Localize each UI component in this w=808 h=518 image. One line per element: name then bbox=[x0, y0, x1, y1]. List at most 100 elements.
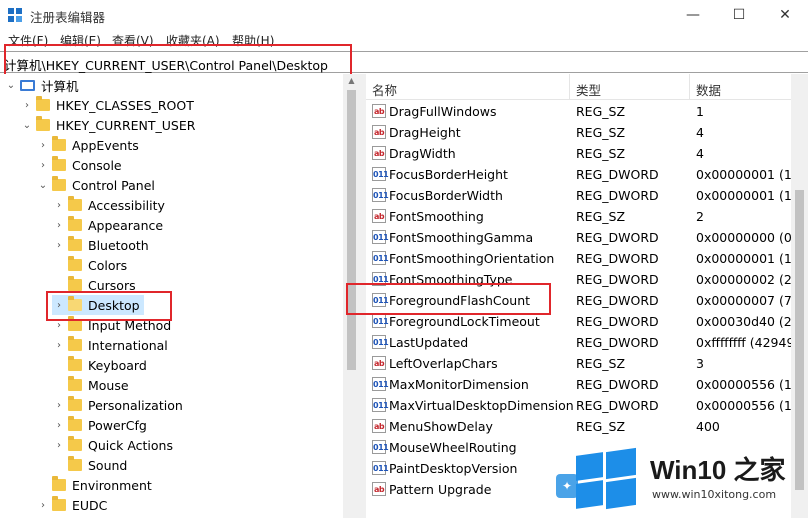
chevron-down-icon[interactable]: ⌄ bbox=[36, 180, 50, 191]
folder-icon bbox=[52, 476, 66, 491]
string-value-icon: ab bbox=[372, 482, 386, 496]
chevron-right-icon[interactable]: › bbox=[52, 340, 66, 351]
minimize-button[interactable]: — bbox=[670, 0, 716, 30]
computer-icon bbox=[20, 79, 35, 91]
value-name: MaxMonitorDimension bbox=[389, 377, 529, 392]
tree-item-label: Mouse bbox=[88, 377, 129, 393]
binary-value-icon: 011 bbox=[372, 398, 389, 412]
key-tree-pane[interactable]: ⌄ 计算机 › HKEY_CLASSES_ROOT ⌄ HKEY_CURRENT… bbox=[0, 74, 360, 518]
menu-view[interactable]: 查看(V) bbox=[112, 32, 154, 49]
value-row[interactable]: 011 LastUpdated REG_DWORD 0xffffffff (42949… bbox=[366, 332, 802, 353]
tree-item-environment[interactable]: Environment bbox=[36, 475, 152, 495]
tree-item-console[interactable]: › Console bbox=[36, 155, 122, 175]
tree-item-keyboard[interactable]: Keyboard bbox=[52, 355, 147, 375]
value-row[interactable]: 011 FontSmoothingOrientation REG_DWORD 0x00… bbox=[366, 248, 797, 269]
tree-item-accessibility[interactable]: › Accessibility bbox=[52, 195, 165, 215]
tree-item-desktop[interactable]: › Desktop bbox=[52, 295, 144, 315]
column-type-header[interactable]: 类型 bbox=[576, 80, 601, 99]
tree-item-appearance[interactable]: › Appearance bbox=[52, 215, 163, 235]
value-name: FocusBorderWidth bbox=[389, 188, 503, 203]
value-row[interactable]: ab MenuShowDelay REG_SZ 400 bbox=[366, 416, 791, 437]
value-row[interactable]: ab DragWidth REG_SZ 4 bbox=[366, 143, 791, 164]
tree-item-cursors[interactable]: Cursors bbox=[52, 275, 136, 295]
string-value-icon: ab bbox=[372, 356, 386, 370]
column-divider[interactable] bbox=[569, 74, 570, 100]
folder-icon bbox=[36, 116, 50, 131]
value-row[interactable]: ab DragHeight REG_SZ 4 bbox=[366, 122, 791, 143]
chevron-right-icon[interactable]: › bbox=[52, 400, 66, 411]
folder-icon bbox=[68, 376, 82, 391]
tree-item-hkey-current-user[interactable]: ⌄ HKEY_CURRENT_USER bbox=[20, 115, 195, 135]
menu-file[interactable]: 文件(F) bbox=[8, 32, 48, 49]
tree-item-label: Input Method bbox=[88, 317, 172, 333]
tree-item-label: Keyboard bbox=[88, 357, 147, 373]
tree-item-label: Bluetooth bbox=[88, 237, 149, 253]
watermark-url: www.win10xitong.com bbox=[652, 488, 777, 501]
tree-item-quick-actions[interactable]: › Quick Actions bbox=[52, 435, 173, 455]
folder-icon bbox=[36, 96, 50, 111]
tree-item-control-panel[interactable]: ⌄ Control Panel bbox=[36, 175, 155, 195]
value-row[interactable]: ab DragFullWindows REG_SZ 1 bbox=[366, 101, 791, 122]
maximize-button[interactable]: ☐ bbox=[716, 0, 762, 30]
chevron-down-icon[interactable]: ⌄ bbox=[4, 80, 18, 91]
tree-item-sound[interactable]: Sound bbox=[52, 455, 127, 475]
tree-root-computer[interactable]: ⌄ 计算机 bbox=[4, 75, 79, 95]
value-row[interactable]: ab LeftOverlapChars REG_SZ 3 bbox=[366, 353, 791, 374]
tree-item-appevents[interactable]: › AppEvents bbox=[36, 135, 139, 155]
tree-item-hkey-classes-root[interactable]: › HKEY_CLASSES_ROOT bbox=[20, 95, 194, 115]
value-name: ForegroundFlashCount bbox=[389, 293, 531, 308]
value-row[interactable]: 011 FontSmoothingGamma REG_DWORD 0x00000000… bbox=[366, 227, 797, 248]
close-button[interactable]: ✕ bbox=[762, 0, 808, 30]
value-row[interactable]: 011 ForegroundLockTimeout REG_DWORD 0x00030… bbox=[366, 311, 800, 332]
column-data-header[interactable]: 数据 bbox=[696, 80, 721, 99]
value-row[interactable]: 011 FocusBorderHeight REG_DWORD 0x00000001 … bbox=[366, 164, 797, 185]
value-name: FontSmoothingType bbox=[389, 272, 513, 287]
chevron-down-icon[interactable]: ⌄ bbox=[20, 120, 34, 131]
chevron-right-icon[interactable]: › bbox=[36, 500, 50, 511]
chevron-right-icon[interactable]: › bbox=[52, 440, 66, 451]
tree-item-personalization[interactable]: › Personalization bbox=[52, 395, 183, 415]
column-name-header[interactable]: 名称 bbox=[372, 80, 397, 99]
tree-item-bluetooth[interactable]: › Bluetooth bbox=[52, 235, 149, 255]
menu-edit[interactable]: 编辑(E) bbox=[60, 32, 101, 49]
chevron-right-icon[interactable]: › bbox=[52, 240, 66, 251]
folder-icon bbox=[68, 436, 82, 451]
tree-item-colors[interactable]: Colors bbox=[52, 255, 127, 275]
menu-favorites[interactable]: 收藏夹(A) bbox=[166, 32, 220, 49]
value-name: FocusBorderHeight bbox=[389, 167, 508, 182]
scrollbar-thumb[interactable] bbox=[347, 90, 356, 370]
chevron-right-icon[interactable]: › bbox=[20, 100, 34, 111]
chevron-right-icon[interactable]: › bbox=[52, 200, 66, 211]
tree-item-input-method[interactable]: › Input Method bbox=[52, 315, 171, 335]
value-row[interactable]: 011 ForegroundFlashCount REG_DWORD 0x000000… bbox=[366, 290, 797, 311]
tree-item-eudc[interactable]: › EUDC bbox=[36, 495, 107, 515]
value-row[interactable]: 011 FocusBorderWidth REG_DWORD 0x00000001 (… bbox=[366, 185, 797, 206]
folder-icon bbox=[68, 456, 82, 471]
chevron-right-icon[interactable]: › bbox=[52, 420, 66, 431]
chevron-right-icon[interactable]: › bbox=[36, 160, 50, 171]
tree-item-powercfg[interactable]: › PowerCfg bbox=[52, 415, 147, 435]
value-name: Pattern Upgrade bbox=[389, 482, 492, 497]
address-path[interactable]: 计算机\HKEY_CURRENT_USER\Control Panel\Desk… bbox=[4, 55, 328, 74]
menu-help[interactable]: 帮助(H) bbox=[232, 32, 274, 49]
folder-icon bbox=[68, 316, 82, 331]
value-row[interactable]: 011 MaxVirtualDesktopDimension REG_DWORD 0x… bbox=[366, 395, 808, 416]
address-bar[interactable]: 计算机\HKEY_CURRENT_USER\Control Panel\Desk… bbox=[0, 51, 808, 73]
chevron-right-icon[interactable]: › bbox=[52, 300, 66, 311]
tree-scrollbar[interactable]: ▲ bbox=[343, 74, 360, 518]
tree-item-mouse[interactable]: Mouse bbox=[52, 375, 129, 395]
chevron-right-icon[interactable]: › bbox=[52, 320, 66, 331]
value-row[interactable]: ab FontSmoothing REG_SZ 2 bbox=[366, 206, 791, 227]
chevron-right-icon[interactable]: › bbox=[52, 220, 66, 231]
scroll-up-icon[interactable]: ▲ bbox=[343, 74, 360, 88]
value-type: REG_SZ bbox=[576, 356, 626, 371]
tree-item-international[interactable]: › International bbox=[52, 335, 168, 355]
tree-item-label: HKEY_CLASSES_ROOT bbox=[56, 97, 194, 113]
column-header: 名称 类型 数据 bbox=[366, 74, 791, 100]
column-divider[interactable] bbox=[689, 74, 690, 100]
binary-value-icon: 011 bbox=[372, 461, 389, 475]
folder-icon bbox=[52, 176, 66, 191]
value-row[interactable]: 011 MaxMonitorDimension REG_DWORD 0x0000055… bbox=[366, 374, 808, 395]
value-row[interactable]: 011 FontSmoothingType REG_DWORD 0x00000002 … bbox=[366, 269, 797, 290]
chevron-right-icon[interactable]: › bbox=[36, 140, 50, 151]
